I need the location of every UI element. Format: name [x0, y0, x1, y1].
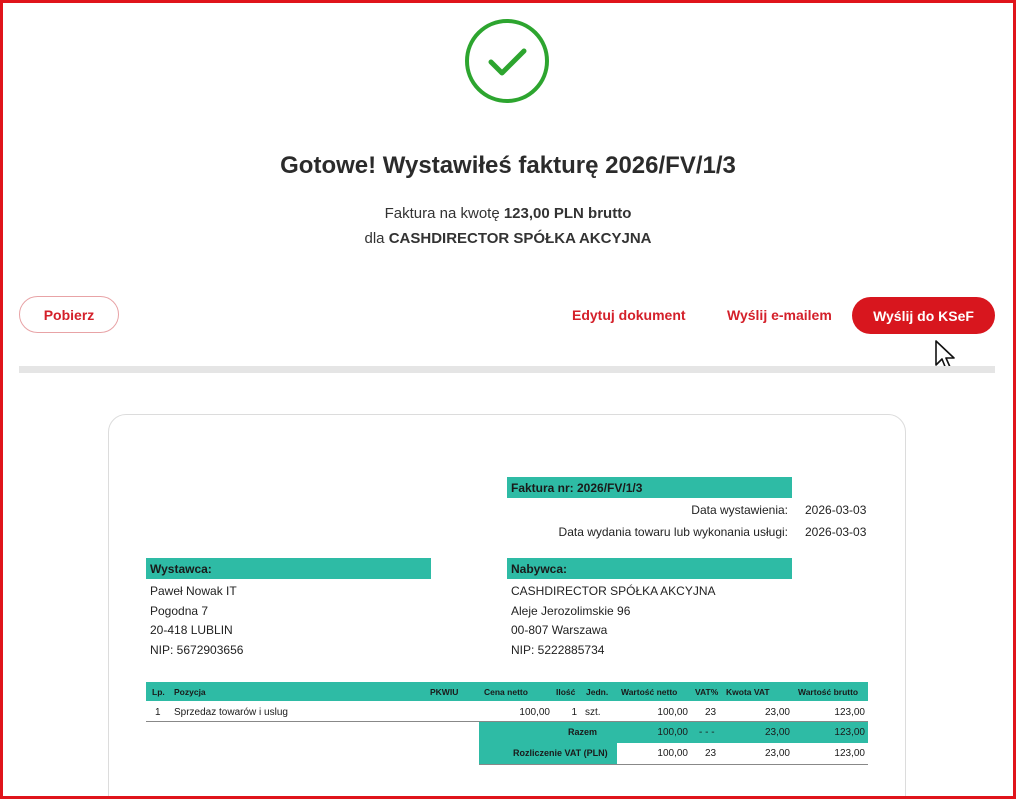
vat-summary-pct: 23 [705, 748, 717, 759]
seller-nip: NIP: 5672903656 [150, 643, 244, 657]
row-gross-value: 123,00 [834, 707, 865, 718]
row-vat-amount: 23,00 [764, 707, 790, 718]
total-gross: 123,00 [834, 727, 865, 738]
vat-summary-label: Rozliczenie VAT (PLN) [513, 748, 608, 758]
send-email-button[interactable]: Wyślij e-mailem [727, 307, 832, 323]
seller-name: Paweł Nowak IT [150, 584, 237, 598]
vat-summary-gross: 123,00 [834, 748, 865, 759]
col-net-price: Cena netto [484, 687, 528, 697]
vat-summary-net: 100,00 [657, 748, 688, 759]
col-gross-value: Wartość brutto [798, 687, 859, 697]
invoice-recipient-line: dla CASHDIRECTOR SPÓŁKA AKCYJNA [364, 230, 652, 247]
issue-date-label: Data wystawienia: [691, 503, 788, 517]
total-vat-pct: - - - [699, 727, 715, 738]
col-net-value: Wartość netto [621, 687, 678, 697]
col-pkwiu: PKWIU [430, 687, 459, 697]
seller-heading: Wystawca: [146, 558, 431, 579]
seller-street: Pogodna 7 [150, 604, 209, 618]
buyer-city: 00-807 Warszawa [511, 623, 608, 637]
total-vat-amount: 23,00 [764, 727, 790, 738]
delivery-date-label: Data wydania towaru lub wykonania usługi… [558, 525, 788, 539]
invoice-number-header: Faktura nr: 2026/FV/1/3 [507, 477, 792, 498]
edit-document-button[interactable]: Edytuj dokument [572, 307, 686, 323]
row-net-value: 100,00 [657, 707, 688, 718]
total-label: Razem [568, 727, 598, 737]
buyer-nip: NIP: 5222885734 [511, 643, 605, 657]
vat-summary-amount: 23,00 [764, 748, 790, 759]
col-unit: Jedn. [586, 687, 609, 697]
col-item: Pozycja [174, 687, 206, 697]
buyer-name: CASHDIRECTOR SPÓŁKA AKCYJNA [511, 584, 716, 598]
total-net: 100,00 [657, 727, 688, 738]
buyer-street: Aleje Jerozolimskie 96 [511, 604, 631, 618]
invoice-amount-line: Faktura na kwotę 123,00 PLN brutto [384, 205, 632, 222]
page-title: Gotowe! Wystawiłeś fakturę 2026/FV/1/3 [280, 152, 736, 179]
col-vat-amount: Kwota VAT [726, 687, 770, 697]
success-check-icon [465, 19, 549, 103]
items-table-header: Lp. Pozycja PKWIU Cena netto Ilość Jedn.… [146, 682, 868, 701]
col-lp: Lp. [152, 687, 165, 697]
issue-date-value: 2026-03-03 [805, 503, 867, 517]
row-item: Sprzedaz towarów i uslug [174, 707, 288, 718]
col-qty: Ilość [556, 687, 576, 697]
invoice-amount: 123,00 PLN brutto [503, 205, 632, 222]
delivery-date-value: 2026-03-03 [805, 525, 867, 539]
col-vat-pct: VAT% [695, 687, 719, 697]
buyer-heading: Nabywca: [507, 558, 792, 579]
row-lp: 1 [155, 707, 161, 718]
row-qty: 1 [571, 707, 577, 718]
vat-summary-separator [479, 764, 868, 765]
download-button[interactable]: Pobierz [19, 296, 119, 333]
row-vat-pct: 23 [705, 707, 717, 718]
seller-city: 20-418 LUBLIN [150, 623, 233, 637]
section-divider [19, 366, 995, 373]
send-to-ksef-button[interactable]: Wyślij do KSeF [852, 297, 995, 334]
row-net-price: 100,00 [519, 707, 550, 718]
invoice-recipient: CASHDIRECTOR SPÓŁKA AKCYJNA [388, 230, 652, 247]
row-unit: szt. [585, 707, 601, 718]
